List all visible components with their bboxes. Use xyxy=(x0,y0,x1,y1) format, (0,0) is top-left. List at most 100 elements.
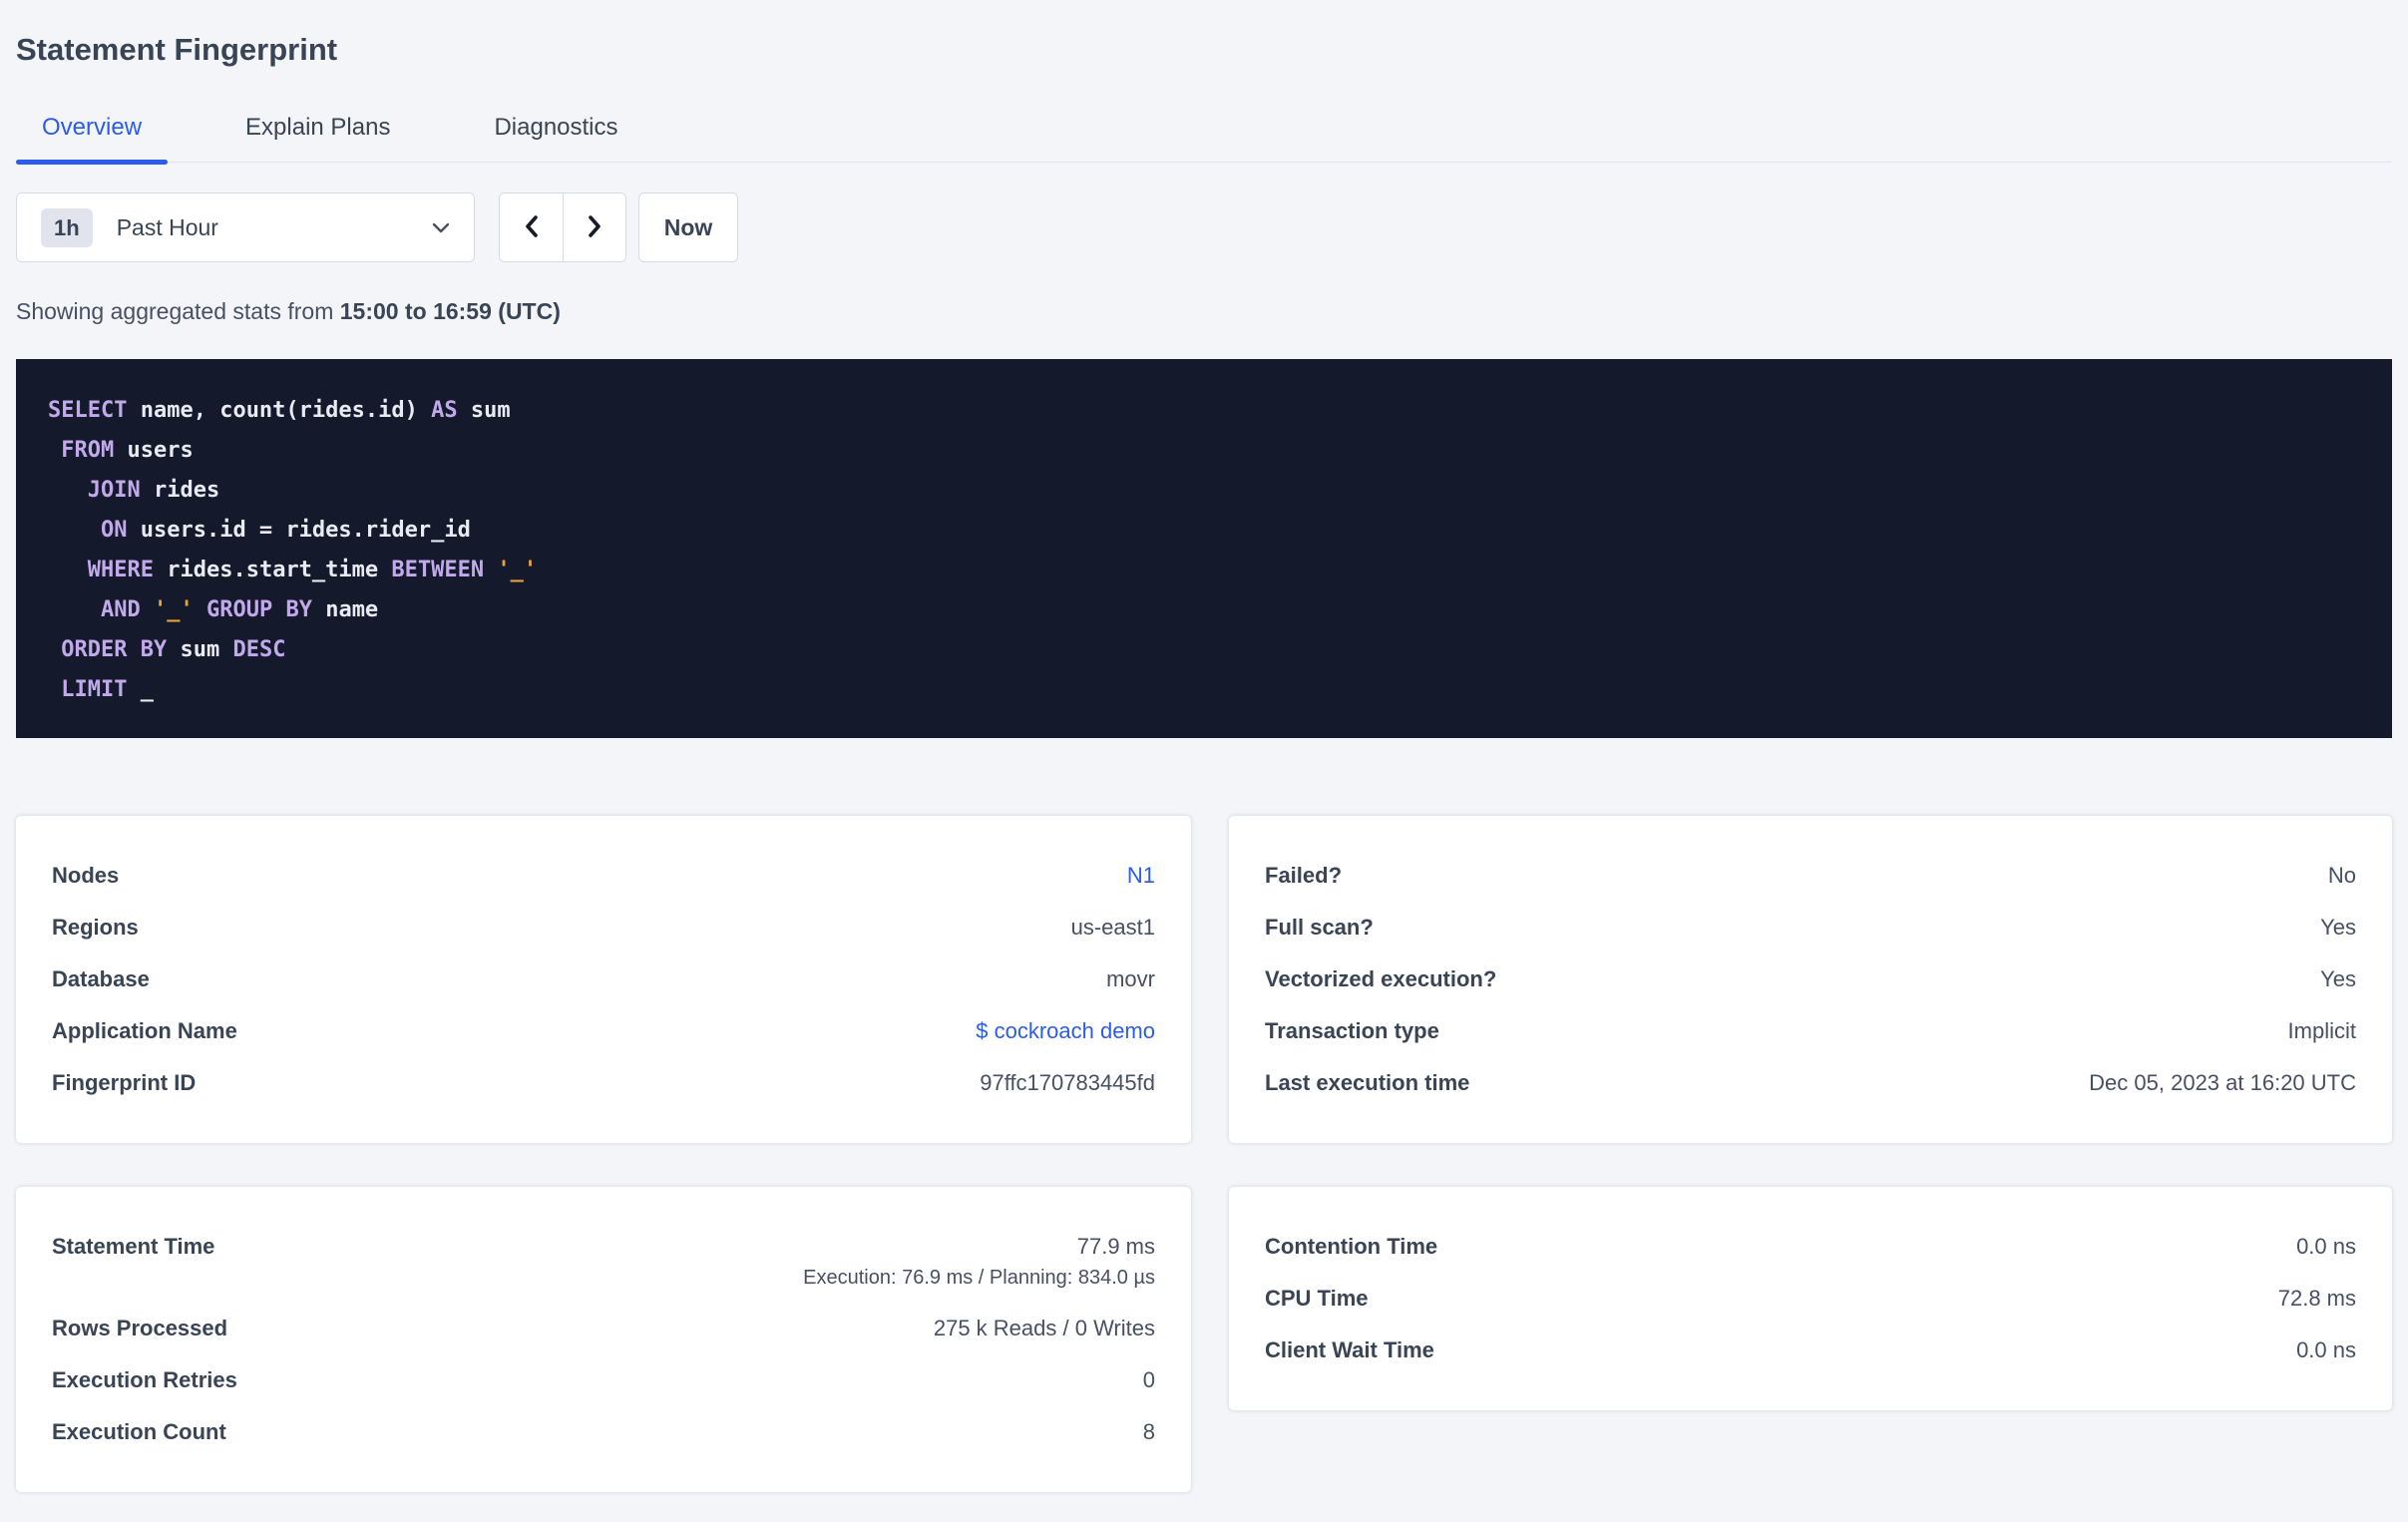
stats-line-prefix: Showing aggregated stats from xyxy=(16,298,340,324)
stat-label: Regions xyxy=(52,915,139,940)
statement-time-card: Statement Time 77.9 ms Execution: 76.9 ms … xyxy=(16,1187,1191,1492)
stat-value: 0.0 ns xyxy=(2296,1234,2356,1259)
stat-value: us-east1 xyxy=(1070,915,1155,940)
stat-label: Vectorized execution? xyxy=(1265,966,1497,991)
chevron-down-icon xyxy=(430,216,452,238)
stat-value: Implicit xyxy=(2287,1018,2356,1043)
time-range-label: Past Hour xyxy=(116,213,218,240)
stat-row: Transaction type Implicit xyxy=(1265,1005,2356,1057)
stat-value-wrap: No xyxy=(2328,863,2356,889)
chevron-left-icon xyxy=(520,212,544,243)
stat-label: Rows Processed xyxy=(52,1316,228,1340)
stat-row: Statement Time 77.9 ms Execution: 76.9 ms … xyxy=(52,1221,1155,1303)
sql-line: ON users.id = rides.rider_id xyxy=(100,518,471,543)
stat-value: 275 k Reads / 0 Writes xyxy=(933,1316,1155,1340)
stat-value: 8 xyxy=(1142,1419,1155,1444)
tab-explain-plans[interactable]: Explain Plans xyxy=(219,102,416,162)
stat-row: Failed? No xyxy=(1265,850,2356,902)
stat-row: Execution Count 8 xyxy=(52,1406,1155,1458)
sql-line: LIMIT _ xyxy=(61,677,154,702)
statement-fingerprint-page: Statement Fingerprint Overview Explain Pl… xyxy=(0,28,2408,1522)
stat-label: Transaction type xyxy=(1265,1018,1439,1043)
stat-value-wrap: 275 k Reads / 0 Writes xyxy=(934,1316,1155,1341)
stat-value: Yes xyxy=(2320,966,2356,991)
stat-value-wrap: Implicit xyxy=(2288,1018,2356,1044)
stat-value-wrap: 72.8 ms xyxy=(2278,1286,2356,1312)
stat-row: Fingerprint ID 97ffc170783445fd xyxy=(52,1057,1155,1109)
time-range-select[interactable]: 1h Past Hour xyxy=(16,192,475,262)
sql-line: ORDER BY sum DESC xyxy=(61,637,286,662)
stat-value-wrap: Dec 05, 2023 at 16:20 UTC xyxy=(2089,1070,2356,1096)
execution-attributes-card: Failed? No Full scan? Yes Vectorized executi… xyxy=(1229,816,2392,1143)
sql-line: JOIN rides xyxy=(87,478,220,503)
stat-row: Client Wait Time 0.0 ns xyxy=(1265,1325,2356,1376)
stat-value-wrap: N1 xyxy=(1127,863,1155,889)
stat-value-wrap: $ cockroach demo xyxy=(976,1018,1155,1044)
stat-value-wrap: 97ffc170783445fd xyxy=(980,1070,1155,1096)
stat-label: Application Name xyxy=(52,1018,237,1043)
tab-overview[interactable]: Overview xyxy=(16,102,169,165)
stat-label: Failed? xyxy=(1265,863,1343,888)
stat-row: Database movr xyxy=(52,953,1155,1005)
tab-diagnostics[interactable]: Diagnostics xyxy=(468,102,643,162)
stat-row: Regions us-east1 xyxy=(52,902,1155,953)
stat-label: Execution Count xyxy=(52,1419,226,1444)
stat-label: Nodes xyxy=(52,863,120,888)
stat-value: Yes xyxy=(2320,915,2356,940)
stat-label: Last execution time xyxy=(1265,1070,1470,1095)
stat-sub-value: Execution: 76.9 ms / Planning: 834.0 µs xyxy=(803,1267,1155,1289)
statement-details-card: Nodes N1 Regions us-east1 Database movr Applic… xyxy=(16,816,1191,1143)
chevron-right-icon xyxy=(583,212,606,243)
resource-time-card: Contention Time 0.0 ns CPU Time 72.8 ms Clie… xyxy=(1229,1187,2392,1410)
stat-row: Nodes N1 xyxy=(52,850,1155,902)
tab-bar: Overview Explain Plans Diagnostics xyxy=(16,102,2392,165)
stat-value: 97ffc170783445fd xyxy=(980,1070,1155,1095)
stat-value-wrap: 0 xyxy=(1143,1367,1155,1393)
stat-row: Vectorized execution? Yes xyxy=(1265,953,2356,1005)
stat-row: Application Name $ cockroach demo xyxy=(52,1005,1155,1057)
sql-line: FROM users xyxy=(61,438,194,463)
stat-value: Dec 05, 2023 at 16:20 UTC xyxy=(2089,1070,2356,1095)
now-button[interactable]: Now xyxy=(638,192,738,262)
stat-label: CPU Time xyxy=(1265,1286,1369,1311)
stat-label: Client Wait Time xyxy=(1265,1337,1434,1362)
stat-value-wrap: 0.0 ns xyxy=(2296,1234,2356,1260)
stat-value: No xyxy=(2327,863,2356,888)
stat-value-wrap: 0.0 ns xyxy=(2296,1337,2356,1363)
sql-line: SELECT name, count(rides.id) AS sum xyxy=(48,398,511,423)
stats-cards: Nodes N1 Regions us-east1 Database movr Applic… xyxy=(16,816,2392,1492)
stat-label: Database xyxy=(52,966,150,991)
stat-value: 0 xyxy=(1142,1367,1155,1392)
stat-row: Full scan? Yes xyxy=(1265,902,2356,953)
stat-value-wrap: Yes xyxy=(2320,966,2356,992)
stat-label: Full scan? xyxy=(1265,915,1374,940)
sql-line: AND '_' GROUP BY name xyxy=(100,597,379,622)
time-nav-group xyxy=(499,192,626,262)
sql-line: WHERE rides.start_time BETWEEN '_' xyxy=(87,558,538,582)
time-range-badge: 1h xyxy=(41,207,93,247)
sql-statement-block: SELECT name, count(rides.id) AS sum FROM… xyxy=(16,359,2392,738)
stat-value: movr xyxy=(1106,966,1155,991)
stat-value-wrap: 77.9 ms Execution: 76.9 ms / Planning: 83… xyxy=(803,1234,1155,1290)
prev-range-button[interactable] xyxy=(500,193,563,261)
stat-value-link[interactable]: N1 xyxy=(1127,863,1155,888)
stat-value: 0.0 ns xyxy=(2296,1337,2356,1362)
stat-label: Statement Time xyxy=(52,1234,215,1259)
stat-row: Last execution time Dec 05, 2023 at 16:20… xyxy=(1265,1057,2356,1109)
stat-value-wrap: movr xyxy=(1106,966,1155,992)
aggregated-stats-line: Showing aggregated stats from 15:00 to 1… xyxy=(16,298,2392,325)
stat-value: 72.8 ms xyxy=(2277,1286,2356,1311)
stat-row: Rows Processed 275 k Reads / 0 Writes xyxy=(52,1303,1155,1354)
next-range-button[interactable] xyxy=(563,193,625,261)
stat-value-wrap: 8 xyxy=(1143,1419,1155,1445)
toolbar: 1h Past Hour Now xyxy=(16,192,2392,262)
stat-value-link[interactable]: $ cockroach demo xyxy=(976,1018,1155,1043)
stat-label: Contention Time xyxy=(1265,1234,1438,1259)
page-title: Statement Fingerprint xyxy=(16,32,338,67)
stat-row: CPU Time 72.8 ms xyxy=(1265,1273,2356,1325)
stat-row: Execution Retries 0 xyxy=(52,1354,1155,1406)
stat-row: Contention Time 0.0 ns xyxy=(1265,1221,2356,1273)
stat-value: 77.9 ms xyxy=(1076,1234,1155,1259)
stat-label: Fingerprint ID xyxy=(52,1070,197,1095)
stat-label: Execution Retries xyxy=(52,1367,237,1392)
